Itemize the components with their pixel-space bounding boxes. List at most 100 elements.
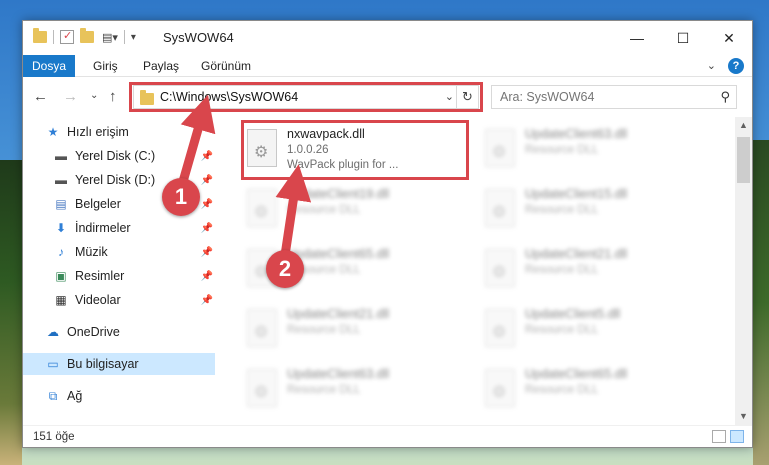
search-input[interactable] <box>492 86 702 108</box>
file-type: Resource DLL <box>525 324 599 336</box>
file-item[interactable]: UpdateClient21.dll Resource DLL <box>243 303 473 359</box>
sidebar-item-quick-access[interactable]: ★ Hızlı erişim <box>23 121 215 143</box>
pin-icon[interactable]: 📌 <box>201 295 213 306</box>
recent-locations-icon[interactable]: ⌄ <box>90 90 98 101</box>
tab-view[interactable]: Görünüm <box>201 55 251 77</box>
close-button[interactable]: ✕ <box>706 21 752 55</box>
sidebar-item-label: Hızlı erişim <box>67 125 129 139</box>
chevron-down-icon[interactable]: ⌄ <box>707 59 716 72</box>
navigation-pane: ★ Hızlı erişim ▬ Yerel Disk (C:) 📌 ▬ Yer… <box>23 117 217 425</box>
pin-icon[interactable]: 📌 <box>201 223 213 234</box>
ribbon-tabs: Dosya Giriş Paylaş Görünüm ⌄ ? <box>23 55 752 77</box>
file-type: Resource DLL <box>287 324 361 336</box>
file-item[interactable]: UpdateClient63.dll Resource DLL <box>243 363 473 419</box>
maximize-button[interactable]: ☐ <box>660 21 706 55</box>
sidebar-item-this-pc[interactable]: ▭ Bu bilgisayar <box>23 353 215 375</box>
sidebar-item-label: Resimler <box>75 269 125 283</box>
search-icon[interactable]: ⚲ <box>720 89 730 105</box>
window-title: SysWOW64 <box>163 30 234 45</box>
back-arrow-icon[interactable]: ← <box>33 88 48 105</box>
file-highlight-box <box>241 120 469 180</box>
sidebar-item-onedrive[interactable]: ☁ OneDrive <box>23 321 215 343</box>
navigation-bar: ← → ⌄ ↑ C:\Windows\SysWOW64 ⌄ ↻ ⚲ <box>23 78 752 116</box>
status-bar: 151 öğe <box>23 425 752 447</box>
sidebar-item-network[interactable]: ⧉ Ağ <box>23 385 215 407</box>
file-type: Resource DLL <box>525 264 599 276</box>
file-name: UpdateClient63.dll <box>287 367 390 381</box>
sidebar-item-label: Videolar <box>75 293 121 307</box>
sidebar-item-label: Müzik <box>75 245 108 259</box>
wallpaper-left <box>0 160 22 465</box>
file-item[interactable]: UpdateClient19.dll Resource DLL <box>243 183 473 239</box>
vertical-scrollbar[interactable]: ▲ ▼ <box>735 117 752 425</box>
up-arrow-icon[interactable]: ↑ <box>109 88 117 105</box>
file-name: UpdateClient65.dll <box>525 367 628 381</box>
sidebar-item-local-disk-c[interactable]: ▬ Yerel Disk (C:) 📌 <box>23 145 215 167</box>
tab-home[interactable]: Giriş <box>93 55 118 77</box>
sidebar-item-pictures[interactable]: ▣ Resimler 📌 <box>23 265 215 287</box>
file-type: Resource DLL <box>525 204 599 216</box>
toolbar-dropdown-icon[interactable]: ▾ <box>131 32 136 43</box>
dll-file-icon <box>485 309 515 347</box>
documents-icon: ▤ <box>55 197 67 211</box>
pin-icon[interactable]: 📌 <box>201 175 213 186</box>
sidebar-item-label: İndirmeler <box>75 221 131 235</box>
new-folder-icon[interactable] <box>80 28 94 43</box>
dll-file-icon <box>247 309 277 347</box>
file-name: UpdateClient5.dll <box>525 307 621 321</box>
scroll-up-icon[interactable]: ▲ <box>735 117 752 134</box>
file-item[interactable]: UpdateClient15.dll Resource DLL <box>481 183 711 239</box>
sidebar-item-downloads[interactable]: ⬇ İndirmeler 📌 <box>23 217 215 239</box>
music-icon: ♪ <box>58 245 64 259</box>
forward-arrow-icon[interactable]: → <box>63 88 78 105</box>
search-box[interactable]: ⚲ <box>491 85 737 109</box>
file-item[interactable]: UpdateClient65.dll Resource DLL <box>481 363 711 419</box>
item-count: 151 öğe <box>33 431 75 443</box>
details-view-icon[interactable] <box>712 430 726 443</box>
file-item[interactable]: UpdateClient21.dll Resource DLL <box>481 243 711 299</box>
sidebar-item-videos[interactable]: ▦ Videolar 📌 <box>23 289 215 311</box>
dll-file-icon <box>485 189 515 227</box>
file-type: Resource DLL <box>287 204 361 216</box>
scroll-down-icon[interactable]: ▼ <box>735 408 752 425</box>
drive-icon: ▬ <box>55 173 67 187</box>
tab-share[interactable]: Paylaş <box>143 55 179 77</box>
large-icons-view-icon[interactable] <box>730 430 744 443</box>
pin-icon[interactable]: 📌 <box>201 271 213 282</box>
scrollbar-thumb[interactable] <box>737 137 750 183</box>
sidebar-item-label: Bu bilgisayar <box>67 357 139 371</box>
drive-icon: ▬ <box>55 149 67 163</box>
wallpaper-right <box>753 140 769 465</box>
explorer-window: ✓ ▤▾ ▾ SysWOW64 — ☐ ✕ Dosya Giriş Paylaş… <box>22 20 753 448</box>
sidebar-item-label: OneDrive <box>67 325 120 339</box>
pin-icon[interactable]: 📌 <box>201 199 213 210</box>
download-icon: ⬇ <box>55 221 67 235</box>
help-button[interactable]: ? <box>728 58 744 74</box>
file-type: Resource DLL <box>525 144 599 156</box>
customize-toolbar-icon[interactable]: ▤▾ <box>102 31 118 44</box>
dll-file-icon <box>485 369 515 407</box>
file-type: Resource DLL <box>525 384 599 396</box>
tab-file[interactable]: Dosya <box>23 55 75 77</box>
step-marker-2: 2 <box>266 250 304 288</box>
minimize-button[interactable]: — <box>614 21 660 55</box>
dll-file-icon <box>485 249 515 287</box>
file-name: UpdateClient15.dll <box>525 187 628 201</box>
sidebar-item-label: Yerel Disk (C:) <box>75 149 156 163</box>
step-marker-1: 1 <box>162 178 200 216</box>
videos-icon: ▦ <box>55 293 67 307</box>
file-item[interactable]: UpdateClient63.dll Resource DLL <box>481 123 711 179</box>
divider <box>53 30 54 44</box>
sidebar-item-music[interactable]: ♪ Müzik 📌 <box>23 241 215 263</box>
dll-file-icon <box>247 369 277 407</box>
file-name: UpdateClient65.dll <box>287 247 390 261</box>
properties-icon[interactable]: ✓ <box>60 30 74 44</box>
pin-icon[interactable]: 📌 <box>201 151 213 162</box>
pin-icon[interactable]: 📌 <box>201 247 213 258</box>
sidebar-item-label: Yerel Disk (D:) <box>75 173 156 187</box>
folder-icon <box>33 28 47 43</box>
file-name: UpdateClient19.dll <box>287 187 390 201</box>
file-item[interactable]: UpdateClient5.dll Resource DLL <box>481 303 711 359</box>
quick-access-toolbar: ✓ ▤▾ ▾ <box>33 28 136 44</box>
dll-file-icon <box>485 129 515 167</box>
